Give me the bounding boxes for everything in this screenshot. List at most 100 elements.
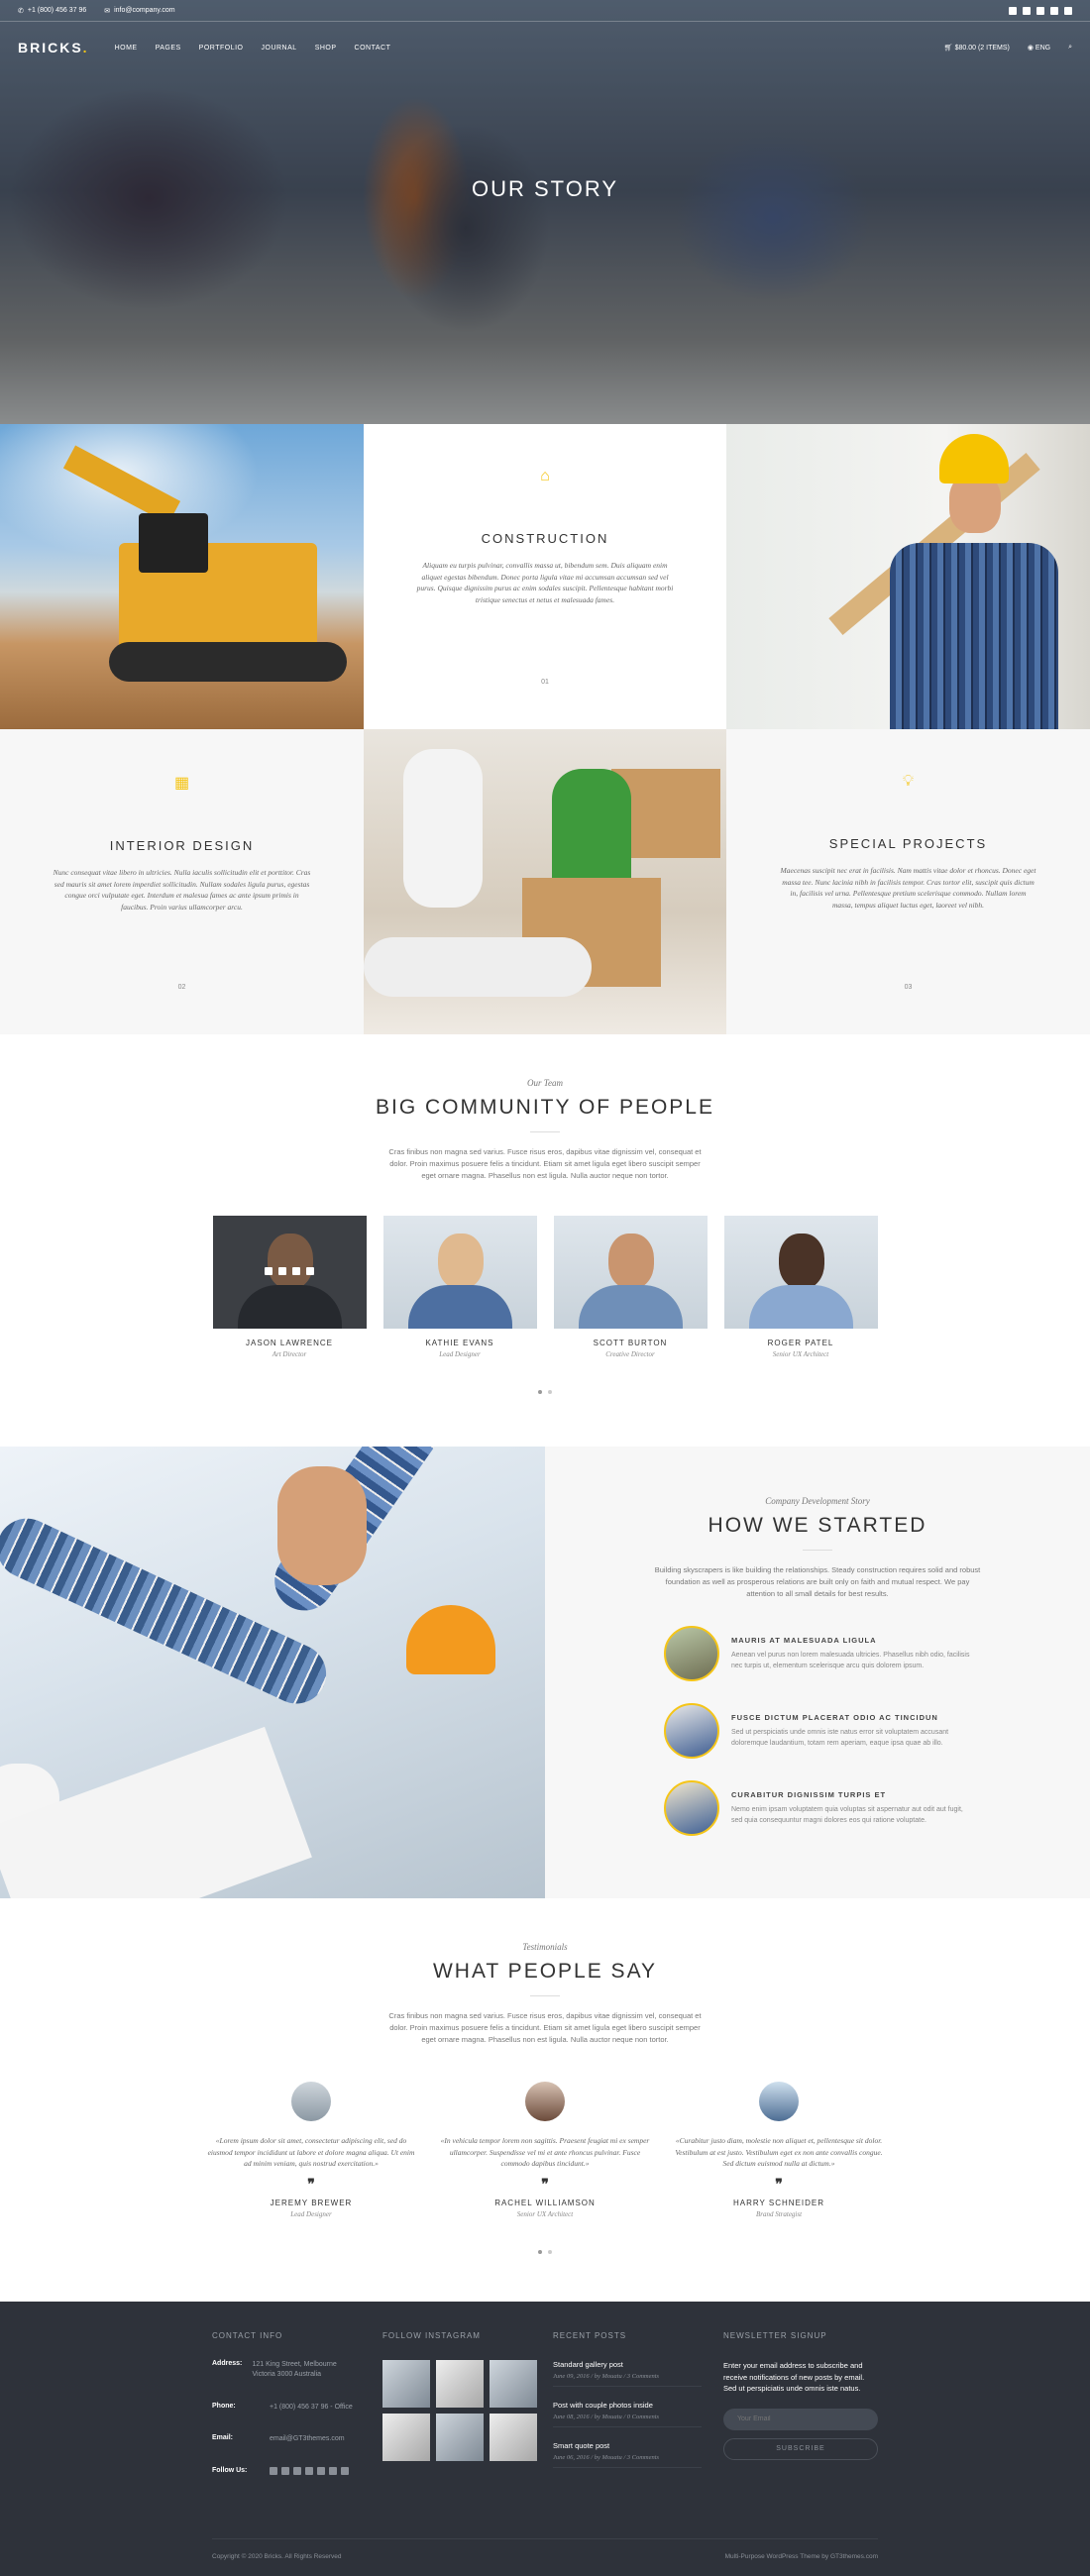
member-role: Art Director — [272, 1350, 307, 1358]
pinterest-icon[interactable] — [1050, 6, 1058, 15]
dribbble-icon[interactable] — [341, 2466, 349, 2475]
quote-icon: ❞ — [307, 2175, 315, 2192]
section-kicker: Our Team — [527, 1078, 563, 1088]
youtube-icon[interactable] — [329, 2466, 337, 2475]
member-role: Lead Designer — [439, 1350, 481, 1358]
instagram-thumb[interactable] — [490, 2413, 537, 2461]
cart-button[interactable]: 🛒︎ $80.00 (2 ITEMS) — [944, 44, 1010, 52]
instagram-thumb[interactable] — [436, 2359, 484, 2408]
instagram-thumb[interactable] — [436, 2413, 484, 2461]
post-title[interactable]: Standard gallery post — [553, 2360, 702, 2369]
logo[interactable]: BRICKS. — [18, 40, 89, 55]
facebook-icon[interactable] — [270, 2466, 277, 2475]
testimonial-role: Brand Strategist — [755, 2209, 803, 2218]
instagram-icon[interactable] — [1036, 6, 1044, 15]
service-number: 02 — [177, 984, 186, 991]
instagram-icon[interactable] — [292, 1267, 300, 1275]
section-kicker: Testimonials — [522, 1942, 568, 1952]
service-title: INTERIOR DESIGN — [109, 838, 255, 853]
youtube-icon[interactable] — [1064, 6, 1072, 15]
member-photo — [382, 1216, 537, 1329]
worker-image — [726, 424, 1090, 729]
nav-item-contact[interactable]: CONTACT — [355, 45, 391, 52]
pinterest-icon[interactable] — [306, 1267, 314, 1275]
instagram-thumb[interactable] — [382, 2359, 430, 2408]
step-text: Sed ut perspiciatis unde omnis iste natu… — [731, 1729, 949, 1747]
search-icon[interactable]: ⌕ — [1068, 44, 1072, 52]
theme-credit[interactable]: Multi-Purpose WordPress Theme by GT3them… — [725, 2553, 878, 2560]
service-title: SPECIAL PROJECTS — [828, 836, 988, 851]
globe-icon: ◉ — [1027, 45, 1036, 52]
section-title: BIG COMMUNITY OF PEOPLE — [376, 1096, 714, 1119]
section-intro: Cras finibus non magna sed varius. Fusce… — [388, 1147, 702, 1180]
team-member[interactable]: KATHIE EVANS Lead Designer — [382, 1216, 537, 1358]
instagram-thumb[interactable] — [382, 2413, 430, 2461]
topbar-email[interactable]: ✉ info@company.com — [104, 7, 174, 15]
newsletter-email-input[interactable] — [723, 2408, 878, 2430]
twitter-icon[interactable] — [1023, 6, 1031, 15]
nav-item-pages[interactable]: PAGES — [156, 45, 181, 52]
post-title[interactable]: Smart quote post — [553, 2441, 702, 2450]
team-carousel: JASON LAWRENCE Art Director KATHIE EVANS… — [0, 1216, 1090, 1358]
member-photo — [723, 1216, 878, 1329]
nav-item-portfolio[interactable]: PORTFOLIO — [199, 45, 244, 52]
twitter-icon[interactable] — [278, 1267, 286, 1275]
testimonial-quote: «Lorem ipsum dolor sit amet, consectetur… — [207, 2136, 415, 2169]
recent-post[interactable]: Standard gallery post June 09, 2016 / by … — [553, 2360, 702, 2387]
footer-heading: RECENT POSTS — [553, 2330, 627, 2340]
blueprint-icon: ▦ — [173, 775, 190, 792]
testimonial-name: RACHEL WILLIAMSON — [494, 2198, 596, 2207]
testimonial-name: HARRY SCHNEIDER — [732, 2198, 825, 2207]
post-meta: June 08, 2016 / by Mouatu / 0 Comments — [553, 2413, 660, 2420]
divider — [530, 1995, 560, 1996]
post-title[interactable]: Post with couple photos inside — [553, 2401, 702, 2410]
instagram-grid — [382, 2359, 537, 2461]
quote-icon: ❞ — [541, 2175, 549, 2192]
address-label: Address: — [212, 2359, 243, 2367]
footer-heading: NEWSLETTER SIGNUP — [723, 2330, 827, 2340]
carousel-dot[interactable] — [538, 1390, 542, 1394]
story-steps: MAURIS AT MALESUADA LIGULA Aenean vel pur… — [664, 1626, 971, 1836]
carousel-pagination — [0, 2249, 1090, 2254]
service-text: Nunc consequat vitae libero in ultricies… — [53, 868, 311, 912]
member-photo — [553, 1216, 708, 1329]
nav-item-home[interactable]: HOME — [115, 45, 138, 52]
team-member[interactable]: JASON LAWRENCE Art Director — [212, 1216, 367, 1358]
member-photo — [212, 1216, 367, 1329]
testimonial-carousel: «Lorem ipsum dolor sit amet, consectetur… — [0, 2082, 1090, 2218]
story-step: CURABITUR DIGNISSIM TURPIS ET Nemo enim i… — [664, 1780, 971, 1836]
testimonial-quote: «Curabitur justo diam, molestie non aliq… — [675, 2136, 883, 2169]
linkedin-icon[interactable] — [317, 2466, 325, 2475]
instagram-icon[interactable] — [293, 2466, 301, 2475]
facebook-icon[interactable] — [265, 1267, 272, 1275]
testimonial-quote: «In vehicula tempor lorem non sagittis. … — [440, 2136, 650, 2169]
carousel-dot[interactable] — [548, 1390, 552, 1394]
team-member[interactable]: ROGER PATEL Senior UX Architect — [723, 1216, 878, 1358]
divider — [803, 1550, 832, 1551]
nav-menu: HOME PAGES PORTFOLIO JOURNAL SHOP CONTAC… — [115, 45, 391, 52]
logo-dot: . — [82, 40, 89, 55]
recent-post[interactable]: Post with couple photos inside June 08, 2… — [553, 2401, 702, 2427]
nav-item-shop[interactable]: SHOP — [315, 45, 337, 52]
step-avatar — [664, 1703, 719, 1759]
testimonials-section: Testimonials WHAT PEOPLE SAY Cras finibu… — [0, 1898, 1090, 2254]
pinterest-icon[interactable] — [305, 2466, 313, 2475]
team-member[interactable]: SCOTT BURTON Creative Director — [553, 1216, 708, 1358]
phone-value[interactable]: +1 (800) 456 37 96 - Office — [270, 2403, 353, 2414]
twitter-icon[interactable] — [281, 2466, 289, 2475]
carousel-dot[interactable] — [548, 2249, 552, 2254]
subscribe-button[interactable]: SUBSCRIBE — [723, 2437, 878, 2460]
testimonial-card: «In vehicula tempor lorem non sagittis. … — [437, 2082, 653, 2218]
section-intro: Cras finibus non magna sed varius. Fusce… — [388, 2011, 702, 2044]
recent-post[interactable]: Smart quote post June 06, 2016 / by Mouat… — [553, 2441, 702, 2468]
instagram-thumb[interactable] — [490, 2359, 537, 2408]
hero-section: ✆ +1 (800) 456 37 96 ✉ info@company.com BR… — [0, 0, 1090, 424]
facebook-icon[interactable] — [1009, 6, 1017, 15]
testimonial-avatar — [291, 2082, 331, 2121]
email-value[interactable]: email@GT3themes.com — [270, 2434, 345, 2445]
topbar-phone[interactable]: ✆ +1 (800) 456 37 96 — [18, 7, 86, 15]
carousel-dot[interactable] — [538, 2249, 542, 2254]
language-selector[interactable]: ◉ ENG — [1028, 44, 1050, 52]
nav-item-journal[interactable]: JOURNAL — [262, 45, 297, 52]
testimonial-avatar — [759, 2082, 799, 2121]
